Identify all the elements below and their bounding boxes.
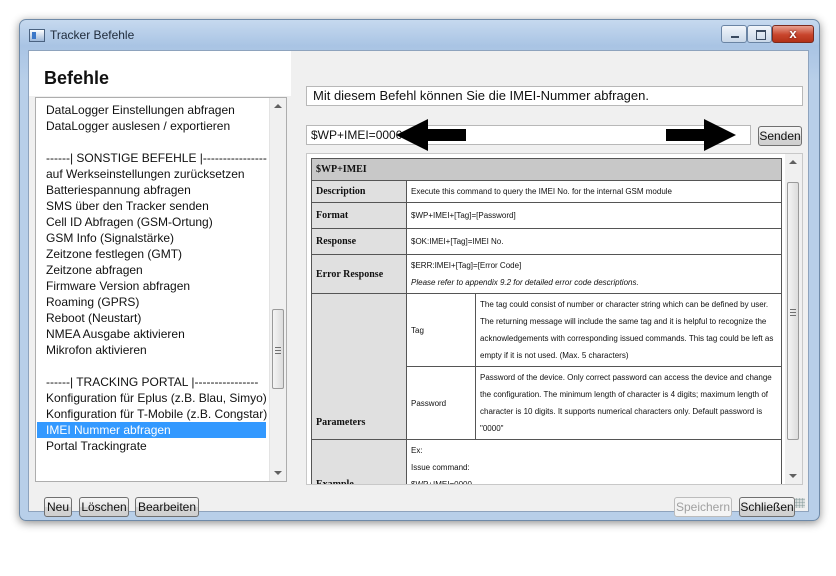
doc-scroll-up-icon[interactable] [789,160,797,164]
tag-label: Tag [406,293,476,367]
list-item[interactable]: Zeitzone abfragen [46,262,143,278]
format-text: $WP+IMEI+[Tag]=[Password] [406,202,782,229]
resize-grip-icon[interactable] [795,498,805,508]
list-item[interactable]: Reboot (Neustart) [46,310,141,326]
list-item[interactable]: auf Werkseinstellungen zurücksetzen [46,166,245,182]
list-item[interactable]: Roaming (GPRS) [46,294,139,310]
list-item[interactable]: ------| SONSTIGE BEFEHLE |--------------… [46,150,267,166]
client-area: Befehle DataLogger Einstellungen abfrage… [28,50,809,517]
scroll-grip [275,347,281,349]
delete-button[interactable]: Löschen [79,497,129,517]
command-list[interactable]: DataLogger Einstellungen abfragen DataLog… [35,97,287,482]
list-item[interactable]: Portal Trackingrate [46,438,147,454]
error-response-note: Please refer to appendix 9.2 for detaile… [411,278,639,287]
arrow-left-icon [396,119,466,151]
new-button[interactable]: Neu [44,497,72,517]
save-button[interactable]: Speichern [674,497,732,517]
maximize-icon [756,30,766,40]
list-item[interactable]: Firmware Version abfragen [46,278,190,294]
list-item-selected[interactable]: IMEI Nummer abfragen [37,422,266,438]
password-text: Password of the device. Only correct pas… [475,366,782,440]
description-text: Execute this command to query the IMEI N… [406,180,782,203]
send-button[interactable]: Senden [758,126,802,146]
list-item[interactable]: Cell ID Abfragen (GSM-Ortung) [46,214,213,230]
window-title: Tracker Befehle [50,28,135,42]
tag-text: The tag could consist of number or chara… [475,293,782,367]
list-item[interactable]: ------| TRACKING PORTAL |---------------… [46,374,258,390]
documentation-pane: $WP+IMEI Description Execute this comman… [306,153,803,485]
error-response-cell: $ERR:IMEI+[Tag]=[Error Code] Please refe… [406,254,782,294]
list-item[interactable]: SMS über den Tracker senden [46,198,209,214]
app-icon [29,29,45,42]
window: Tracker Befehle x Befehle DataLogger Ein… [19,19,820,521]
close-button[interactable]: Schließen [739,497,795,517]
example-command: $WP+IMEI=0000 [411,480,472,485]
close-icon: x [789,26,797,41]
list-item[interactable]: Konfiguration für Eplus (z.B. Blau, Simy… [46,390,267,406]
password-label: Password [406,366,476,440]
scroll-grip [790,315,796,316]
scroll-up-icon[interactable] [274,104,282,108]
example-ex: Ex: [411,446,423,455]
arrow-right-icon [666,119,736,151]
close-window-button[interactable]: x [772,25,814,43]
scroll-grip [275,353,281,355]
list-item[interactable]: DataLogger auslesen / exportieren [46,118,230,134]
format-label: Format [311,202,407,229]
doc-scrollbar[interactable] [785,154,802,484]
description-label: Description [311,180,407,203]
minimize-icon [731,36,739,38]
list-item[interactable]: Batteriespannung abfragen [46,182,191,198]
scroll-grip [790,309,796,310]
example-label: Example [311,439,407,484]
scroll-grip [275,350,281,352]
scroll-down-icon[interactable] [274,471,282,475]
error-response-label: Error Response [311,254,407,294]
parameters-label: Parameters [311,293,407,440]
list-item[interactable]: DataLogger Einstellungen abfragen [46,102,235,118]
doc-scroll-down-icon[interactable] [789,474,797,478]
scroll-grip [790,312,796,313]
list-item[interactable]: GSM Info (Signalstärke) [46,230,174,246]
minimize-button[interactable] [721,25,747,43]
example-cell: Ex: Issue command: $WP+IMEI=0000 [406,439,782,485]
doc-scroll-thumb[interactable] [787,182,799,440]
title-bar[interactable]: Tracker Befehle x [20,20,819,50]
page-title: Befehle [44,68,110,88]
list-item[interactable]: Mikrofon aktivieren [46,342,147,358]
example-issue: Issue command: [411,463,470,472]
spec-title: $WP+IMEI [311,158,782,181]
list-item[interactable]: Zeitzone festlegen (GMT) [46,246,182,262]
list-item[interactable]: Konfiguration für T-Mobile (z.B. Congsta… [46,406,267,422]
list-item[interactable]: NMEA Ausgabe aktivieren [46,326,185,342]
response-text: $OK:IMEI+[Tag]=IMEI No. [406,228,782,255]
edit-button[interactable]: Bearbeiten [135,497,199,517]
maximize-button[interactable] [747,25,772,43]
left-header: Befehle [29,51,291,96]
response-label: Response [311,228,407,255]
list-scrollbar[interactable] [269,98,286,481]
error-response-text: $ERR:IMEI+[Tag]=[Error Code] [411,261,522,270]
list-scroll-thumb[interactable] [272,309,284,390]
command-description: Mit diesem Befehl können Sie die IMEI-Nu… [306,86,803,106]
command-spec-table: $WP+IMEI Description Execute this comman… [311,158,782,485]
